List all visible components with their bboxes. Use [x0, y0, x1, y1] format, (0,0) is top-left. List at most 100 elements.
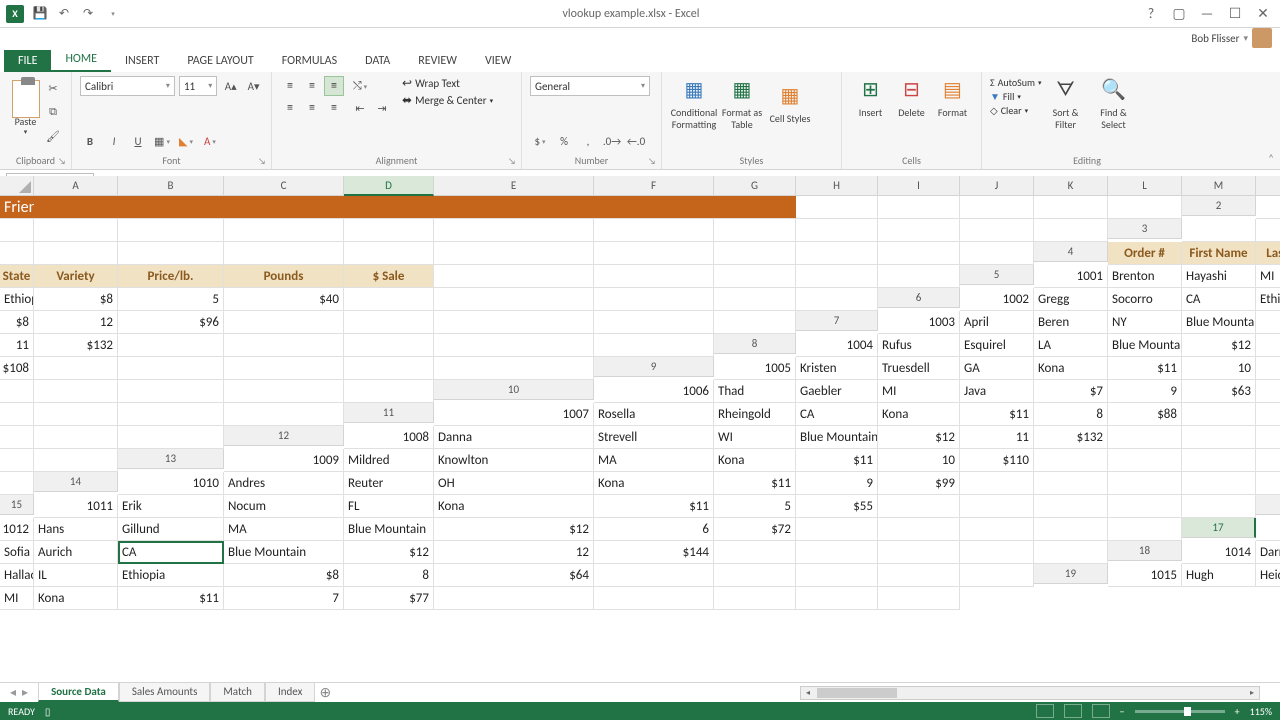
cell[interactable]: 6 — [594, 518, 714, 541]
cell[interactable]: 7 — [224, 587, 344, 610]
row-header[interactable]: 13 — [118, 449, 224, 469]
cell[interactable]: CA — [1182, 288, 1256, 311]
tab-view[interactable]: VIEW — [471, 50, 525, 72]
tab-formulas[interactable]: FORMULAS — [268, 50, 351, 72]
cell[interactable]: 1014 — [1182, 541, 1256, 564]
cell[interactable] — [118, 380, 224, 403]
cell[interactable] — [1108, 196, 1182, 219]
cell[interactable] — [878, 265, 960, 288]
cell[interactable] — [224, 196, 344, 219]
insert-cells-button[interactable]: ⊞Insert — [850, 76, 891, 119]
cell[interactable]: WI — [714, 426, 796, 449]
cell[interactable] — [1034, 518, 1108, 541]
cell[interactable]: $132 — [34, 334, 118, 357]
cell[interactable] — [0, 242, 34, 265]
cell[interactable] — [34, 242, 118, 265]
cell[interactable]: Kristen — [796, 357, 878, 380]
cell[interactable]: Ethiopia — [0, 288, 34, 311]
cell[interactable] — [878, 564, 960, 587]
cell[interactable]: 12 — [434, 541, 594, 564]
sort-filter-button[interactable]: ᗊSort & Filter — [1042, 76, 1090, 131]
cell[interactable]: Friendly Grounds Coffee House — [0, 196, 34, 219]
cell[interactable]: 1015 — [1108, 564, 1182, 587]
cell[interactable] — [34, 219, 118, 242]
cell[interactable]: MA — [224, 518, 344, 541]
user-name[interactable]: Bob Flisser — [1191, 32, 1239, 45]
sheet-nav-last-icon[interactable]: ▸ — [22, 685, 28, 700]
cell[interactable]: MI — [878, 380, 960, 403]
cell[interactable]: Blue Mountain — [224, 541, 344, 564]
cell[interactable]: MI — [1256, 265, 1280, 288]
cell[interactable] — [224, 219, 344, 242]
cell[interactable]: $64 — [434, 564, 594, 587]
delete-cells-button[interactable]: ⊟Delete — [891, 76, 932, 119]
cell[interactable]: 1006 — [594, 380, 714, 403]
cell[interactable] — [594, 564, 714, 587]
cell[interactable] — [344, 219, 434, 242]
column-header[interactable]: H — [796, 176, 878, 196]
page-layout-view-icon[interactable] — [1064, 704, 1082, 718]
cell[interactable] — [960, 219, 1034, 242]
row-header[interactable]: 8 — [714, 334, 796, 354]
cell-styles-button[interactable]: ▦Cell Styles — [766, 76, 814, 131]
cell[interactable] — [0, 472, 34, 495]
row-header[interactable]: 2 — [1182, 196, 1256, 216]
sheet-nav-first-icon[interactable]: ◂ — [10, 685, 16, 700]
cell[interactable] — [344, 380, 434, 403]
align-center-icon[interactable]: ≡ — [302, 98, 322, 118]
cell[interactable]: Last Name — [1256, 242, 1280, 265]
cell[interactable] — [224, 242, 344, 265]
cell[interactable]: Ethiopia — [118, 564, 224, 587]
cell[interactable] — [1182, 449, 1256, 472]
cell[interactable]: Hans — [34, 518, 118, 541]
add-sheet-button[interactable]: ⊕ — [315, 684, 335, 701]
cell[interactable] — [1182, 472, 1256, 495]
percent-format-icon[interactable]: % — [554, 131, 574, 151]
cell[interactable] — [0, 449, 34, 472]
cell[interactable] — [434, 587, 594, 610]
cell[interactable] — [0, 403, 34, 426]
scroll-thumb[interactable] — [817, 688, 897, 698]
cell[interactable] — [796, 587, 878, 610]
cell[interactable] — [878, 541, 960, 564]
decrease-decimal-icon[interactable]: ←.0 — [626, 131, 646, 151]
cell[interactable]: Mildred — [344, 449, 434, 472]
cell[interactable] — [594, 219, 714, 242]
cell[interactable]: FL — [344, 495, 434, 518]
cell[interactable]: Hayashi — [1182, 265, 1256, 288]
cell[interactable] — [434, 311, 594, 334]
cell[interactable] — [224, 311, 344, 334]
cell[interactable]: Esquirel — [960, 334, 1034, 357]
save-icon[interactable]: 💾 — [32, 6, 48, 22]
cell[interactable]: Hallack — [0, 564, 34, 587]
cell[interactable]: Rheingold — [714, 403, 796, 426]
macro-record-icon[interactable]: ▯ — [45, 705, 51, 718]
help-icon[interactable]: ? — [1142, 5, 1160, 23]
cell[interactable] — [434, 242, 594, 265]
cell[interactable] — [34, 449, 118, 472]
conditional-formatting-button[interactable]: ▦Conditional Formatting — [670, 76, 718, 131]
column-header[interactable]: D — [344, 176, 434, 196]
cell[interactable]: 10 — [878, 449, 960, 472]
cell[interactable] — [796, 541, 878, 564]
cell[interactable] — [118, 357, 224, 380]
cell[interactable] — [34, 357, 118, 380]
cell[interactable] — [118, 403, 224, 426]
maximize-icon[interactable]: ☐ — [1226, 5, 1244, 23]
cell[interactable] — [0, 426, 34, 449]
cell[interactable] — [434, 334, 594, 357]
comma-format-icon[interactable]: , — [578, 131, 598, 151]
autosum-button[interactable]: ΣAutoSum▾ — [990, 76, 1042, 89]
cell[interactable] — [714, 242, 796, 265]
cell[interactable]: Blue Mountain — [1182, 311, 1256, 334]
fill-button[interactable]: ▼Fill▾ — [990, 90, 1042, 103]
cell[interactable] — [796, 242, 878, 265]
cell[interactable] — [434, 196, 594, 219]
cell[interactable] — [224, 357, 344, 380]
row-header[interactable]: 11 — [344, 403, 434, 423]
cell[interactable] — [878, 196, 960, 219]
minimize-icon[interactable]: — — [1198, 5, 1216, 23]
sheet-tab[interactable]: Sales Amounts — [119, 683, 211, 702]
cell[interactable] — [118, 426, 224, 449]
cell[interactable] — [1256, 196, 1280, 219]
